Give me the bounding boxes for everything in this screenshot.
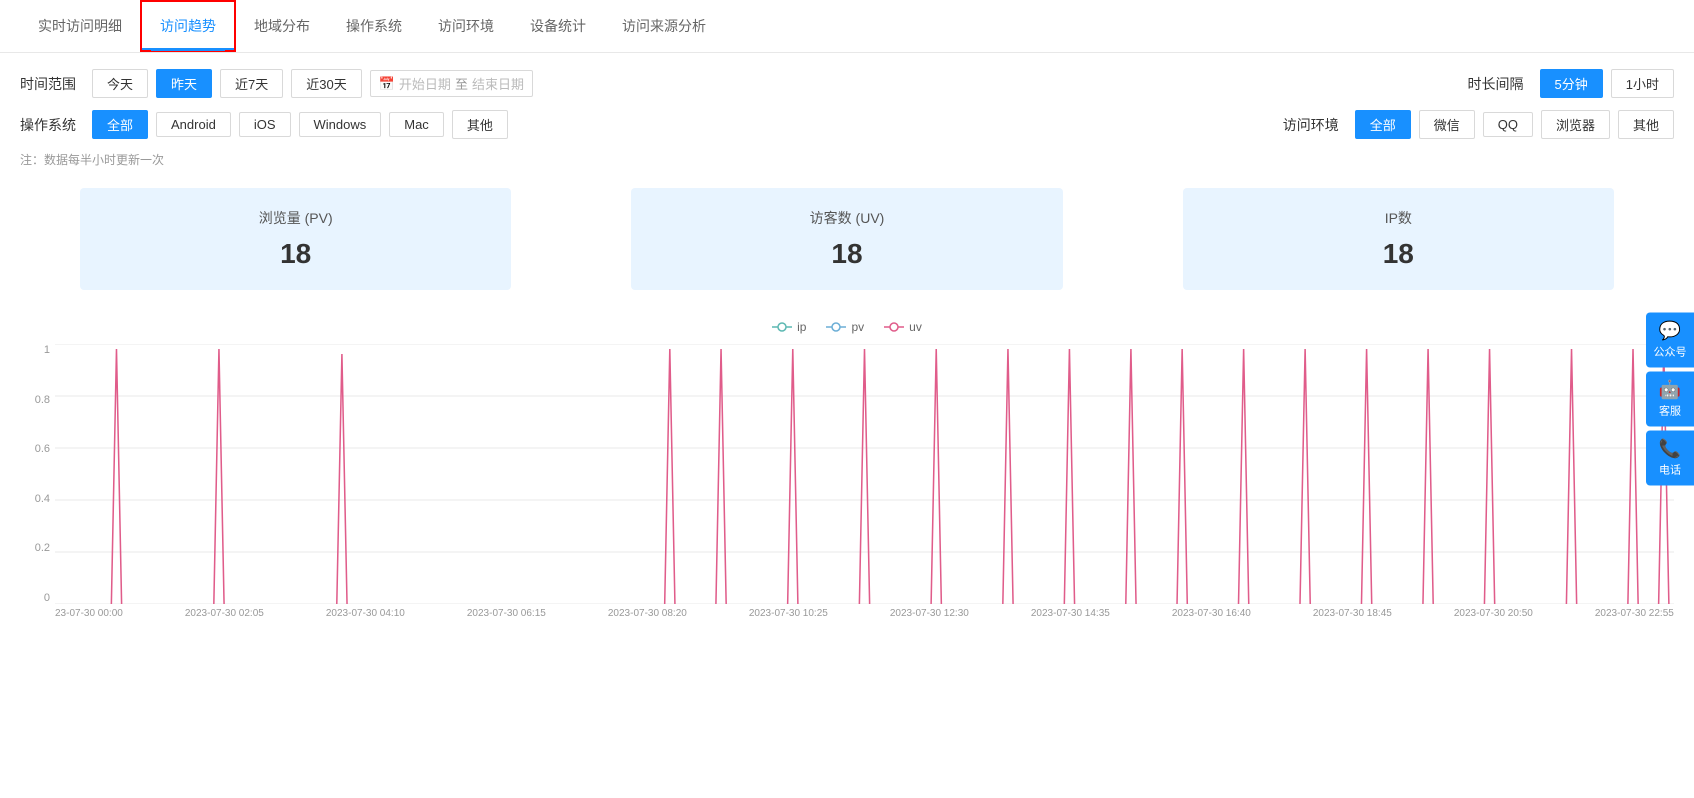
env-filters: 访问环境 全部 微信 QQ 浏览器 其他 (1283, 110, 1674, 139)
stat-uv-value: 18 (661, 238, 1032, 270)
btn-env-qq[interactable]: QQ (1483, 112, 1533, 137)
y-label-02: 0.2 (20, 542, 50, 554)
legend-uv-label: uv (909, 320, 922, 334)
x-label-6: 2023-07-30 12:30 (890, 608, 969, 619)
btn-os-other[interactable]: 其他 (452, 110, 508, 139)
nav-device[interactable]: 设备统计 (512, 2, 604, 50)
stat-ip-value: 18 (1213, 238, 1584, 270)
interval-label: 时长间隔 (1468, 74, 1524, 94)
btn-os-all[interactable]: 全部 (92, 110, 148, 139)
float-btn-phone[interactable]: 📞 电话 (1646, 431, 1694, 486)
legend-pv-label: pv (851, 320, 864, 334)
nav-source[interactable]: 访问来源分析 (604, 2, 724, 50)
wechat-icon: 💬 (1650, 321, 1690, 342)
stat-pv-label: 浏览量 (PV) (110, 208, 481, 228)
legend-ip-label: ip (797, 320, 806, 334)
y-label-0: 0 (20, 592, 50, 604)
float-btn-service[interactable]: 🤖 客服 (1646, 372, 1694, 427)
nav-realtime[interactable]: 实时访问明细 (20, 2, 140, 50)
time-range-label: 时间范围 (20, 74, 76, 94)
date-separator: 至 (455, 74, 468, 93)
nav-env[interactable]: 访问环境 (420, 2, 512, 50)
x-label-11: 2023-07-30 22:55 (1595, 608, 1674, 619)
btn-5min[interactable]: 5分钟 (1540, 69, 1603, 98)
btn-os-ios[interactable]: iOS (239, 112, 291, 137)
chart-legend: ip pv uv (20, 320, 1674, 334)
btn-today[interactable]: 今天 (92, 69, 148, 98)
stat-card-uv: 访客数 (UV) 18 (631, 188, 1062, 290)
btn-os-android[interactable]: Android (156, 112, 231, 137)
float-btn-wechat[interactable]: 💬 公众号 (1646, 313, 1694, 368)
btn-env-other[interactable]: 其他 (1618, 110, 1674, 139)
legend-ip: ip (772, 320, 806, 334)
date-end-placeholder: 结束日期 (472, 74, 524, 93)
stat-pv-value: 18 (110, 238, 481, 270)
x-label-8: 2023-07-30 16:40 (1172, 608, 1251, 619)
y-label-04: 0.4 (20, 493, 50, 505)
x-label-10: 2023-07-30 20:50 (1454, 608, 1533, 619)
float-btn-service-label: 客服 (1650, 403, 1690, 419)
x-label-7: 2023-07-30 14:35 (1031, 608, 1110, 619)
legend-pv: pv (826, 320, 864, 334)
chart-area: 1 0.8 0.6 0.4 0.2 0 (20, 344, 1674, 619)
nav-trend[interactable]: 访问趋势 (140, 0, 236, 52)
y-label-08: 0.8 (20, 394, 50, 406)
stat-card-ip: IP数 18 (1183, 188, 1614, 290)
x-label-2: 2023-07-30 04:10 (326, 608, 405, 619)
x-label-1: 2023-07-30 02:05 (185, 608, 264, 619)
nav-os[interactable]: 操作系统 (328, 2, 420, 50)
nav-region[interactable]: 地域分布 (236, 2, 328, 50)
floating-buttons: 💬 公众号 🤖 客服 📞 电话 (1646, 313, 1694, 486)
filter-row-time: 时间范围 今天 昨天 近7天 近30天 📅 开始日期 至 结束日期 时长间隔 5… (20, 69, 1674, 98)
float-btn-wechat-label: 公众号 (1650, 344, 1690, 360)
x-label-0: 23-07-30 00:00 (55, 608, 123, 619)
x-label-9: 2023-07-30 18:45 (1313, 608, 1392, 619)
x-label-4: 2023-07-30 08:20 (608, 608, 687, 619)
btn-1hour[interactable]: 1小时 (1611, 69, 1674, 98)
btn-os-mac[interactable]: Mac (389, 112, 444, 137)
main-content: 时间范围 今天 昨天 近7天 近30天 📅 开始日期 至 结束日期 时长间隔 5… (0, 53, 1694, 635)
calendar-icon: 📅 (379, 76, 395, 92)
btn-7days[interactable]: 近7天 (220, 69, 283, 98)
btn-env-all[interactable]: 全部 (1355, 110, 1411, 139)
service-icon: 🤖 (1650, 380, 1690, 401)
btn-30days[interactable]: 近30天 (291, 69, 361, 98)
legend-uv: uv (884, 320, 922, 334)
y-label-06: 0.6 (20, 443, 50, 455)
x-label-3: 2023-07-30 06:15 (467, 608, 546, 619)
stat-cards: 浏览量 (PV) 18 访客数 (UV) 18 IP数 18 (20, 188, 1674, 290)
date-range-input[interactable]: 📅 开始日期 至 结束日期 (370, 70, 533, 97)
btn-env-wechat[interactable]: 微信 (1419, 110, 1475, 139)
os-label: 操作系统 (20, 115, 76, 135)
stat-uv-label: 访客数 (UV) (661, 208, 1032, 228)
stat-card-pv: 浏览量 (PV) 18 (80, 188, 511, 290)
float-btn-phone-label: 电话 (1650, 462, 1690, 478)
btn-yesterday[interactable]: 昨天 (156, 69, 212, 98)
date-start-placeholder: 开始日期 (399, 74, 451, 93)
y-label-1: 1 (20, 344, 50, 356)
phone-icon: 📞 (1650, 439, 1690, 460)
btn-env-browser[interactable]: 浏览器 (1541, 110, 1610, 139)
filter-row-os: 操作系统 全部 Android iOS Windows Mac 其他 访问环境 … (20, 110, 1674, 139)
btn-os-windows[interactable]: Windows (299, 112, 382, 137)
stat-ip-label: IP数 (1213, 208, 1584, 228)
top-navigation: 实时访问明细 访问趋势 地域分布 操作系统 访问环境 设备统计 访问来源分析 (0, 0, 1694, 53)
env-label: 访问环境 (1283, 115, 1339, 135)
x-label-5: 2023-07-30 10:25 (749, 608, 828, 619)
update-note: 注：数据每半小时更新一次 (20, 151, 1674, 168)
right-filters: 时长间隔 5分钟 1小时 (1468, 69, 1674, 98)
